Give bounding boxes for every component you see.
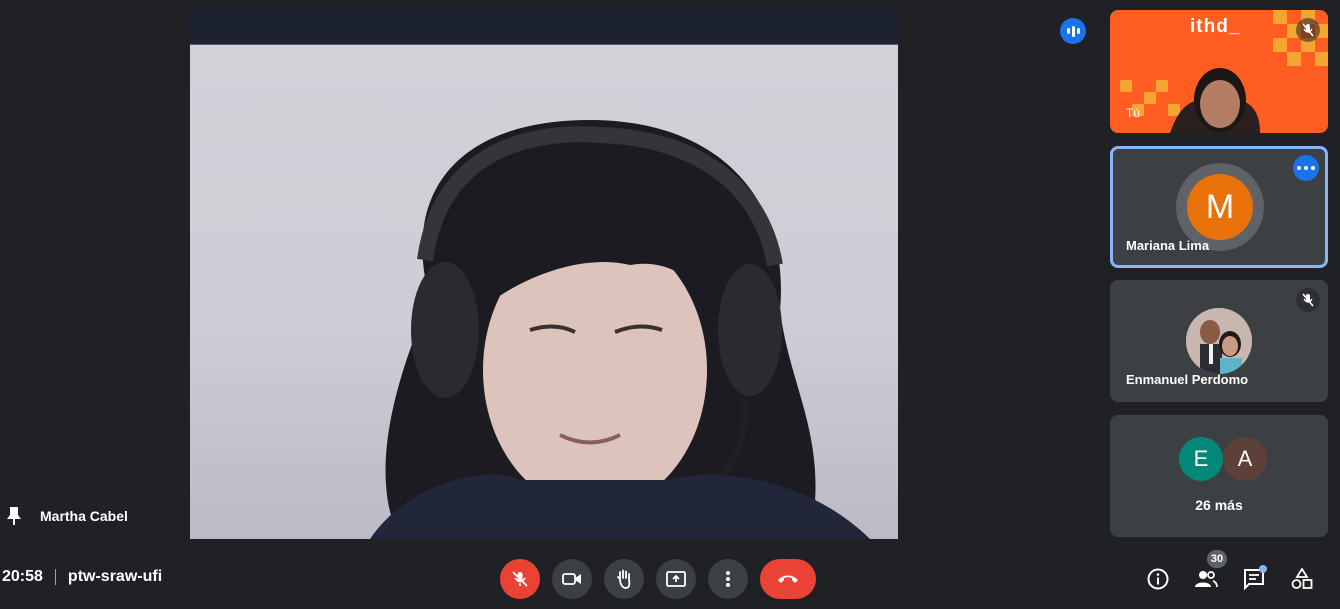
avatar-e: E xyxy=(1179,437,1223,481)
raise-hand-button[interactable] xyxy=(604,559,644,599)
participant-name: Enmanuel Perdomo xyxy=(1126,372,1249,387)
more-participants-label: 26 más xyxy=(1195,497,1243,513)
meeting-info: 20:58 ptw-sraw-ufi xyxy=(2,568,162,586)
clock: 20:58 xyxy=(2,568,43,585)
mic-toggle-button[interactable] xyxy=(500,559,540,599)
main-participant-label: Martha Cabel xyxy=(6,506,128,526)
divider xyxy=(54,569,56,585)
camera-icon xyxy=(562,573,581,585)
more-options-icon[interactable] xyxy=(1293,155,1319,181)
avatar-initial: M xyxy=(1187,174,1253,240)
meeting-details-button[interactable] xyxy=(1145,566,1171,592)
participants-count-badge: 30 xyxy=(1207,550,1227,568)
info-icon xyxy=(1147,568,1169,590)
meet-call-screen: Martha Cabel ithd_ Tú M Mariana Lima Enm… xyxy=(0,0,1340,609)
activities-button[interactable] xyxy=(1289,566,1315,592)
main-video-feed[interactable] xyxy=(190,10,898,539)
main-participant-name: Martha Cabel xyxy=(40,508,128,524)
avatar-a: A xyxy=(1223,437,1267,481)
camera-toggle-button[interactable] xyxy=(552,559,592,599)
pin-icon[interactable] xyxy=(6,506,22,526)
avatar xyxy=(1186,308,1252,374)
present-icon xyxy=(666,571,686,587)
self-video-tile[interactable]: ithd_ Tú xyxy=(1110,10,1328,133)
participant-name: Mariana Lima xyxy=(1126,238,1210,253)
more-participants-tile[interactable]: E A 26 más xyxy=(1110,415,1328,537)
hang-up-icon xyxy=(778,575,798,583)
self-mic-off-icon xyxy=(1296,18,1320,42)
meeting-code: ptw-sraw-ufi xyxy=(67,568,163,585)
vertical-dots-icon xyxy=(726,571,730,587)
mic-off-icon xyxy=(1296,288,1320,312)
self-logo-text: ithd_ xyxy=(1190,16,1241,37)
participant-tile-mariana[interactable]: M Mariana Lima xyxy=(1110,146,1328,268)
chat-notification-dot xyxy=(1259,565,1267,573)
people-icon xyxy=(1195,571,1218,588)
speaking-indicator-icon xyxy=(1060,18,1086,44)
hand-icon xyxy=(617,569,631,589)
more-options-button[interactable] xyxy=(708,559,748,599)
leave-call-button[interactable] xyxy=(760,559,816,599)
participant-tile-enmanuel[interactable]: Enmanuel Perdomo xyxy=(1110,280,1328,402)
activities-icon xyxy=(1291,568,1313,589)
mic-off-icon xyxy=(512,571,528,587)
participants-button[interactable] xyxy=(1193,566,1219,592)
mini-avatar-group: E A xyxy=(1179,437,1267,481)
self-label: Tú xyxy=(1126,106,1141,120)
present-screen-button[interactable] xyxy=(656,559,696,599)
